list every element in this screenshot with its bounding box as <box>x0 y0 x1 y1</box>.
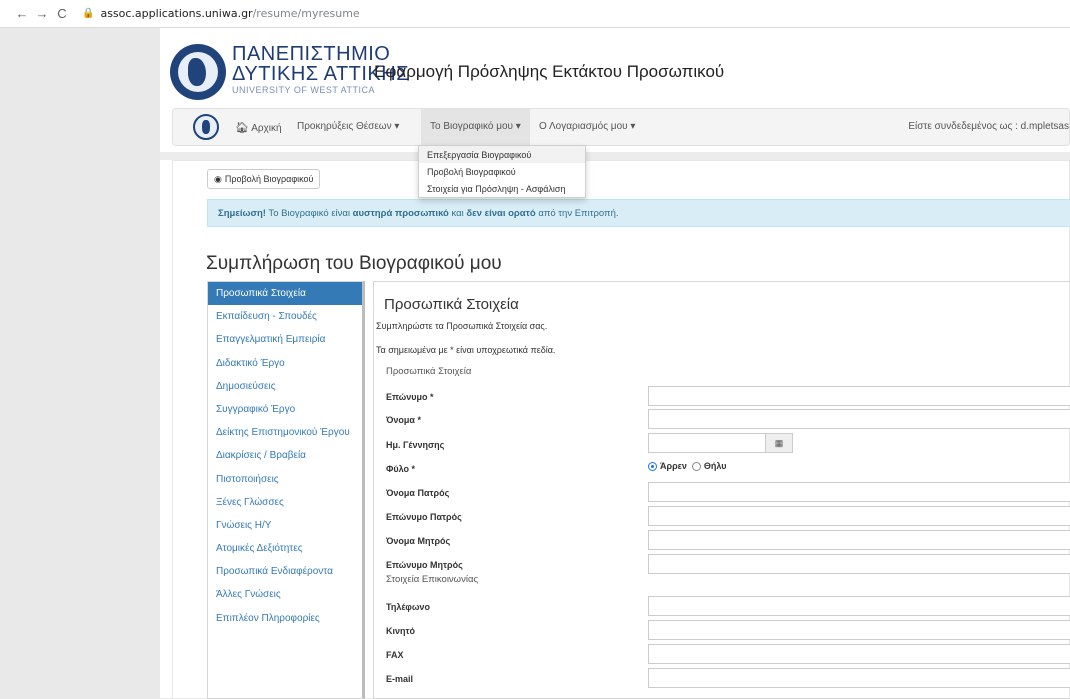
sidebar-item-other-knowledge[interactable]: Άλλες Γνώσεις <box>208 583 362 606</box>
sidebar-item-computer-skills[interactable]: Γνώσεις Η/Υ <box>208 514 362 537</box>
mother-name-field[interactable] <box>648 530 1070 550</box>
mother-name-label: Όνομα Μητρός <box>386 536 451 546</box>
sidebar-item-personal-skills[interactable]: Ατομικές Δεξιότητες <box>208 537 362 560</box>
menu-item-edit-resume[interactable]: Επεξεργασία Βιογραφικού <box>419 146 585 163</box>
view-resume-label: Προβολή Βιογραφικού <box>224 174 314 184</box>
sidebar-item-interests[interactable]: Προσωπικά Ενδιαφέροντα <box>208 560 362 583</box>
navbar-logo[interactable] <box>193 114 219 140</box>
sidebar-item-languages[interactable]: Ξένες Γλώσσες <box>208 491 362 514</box>
fax-field[interactable] <box>648 644 1070 664</box>
alert-text2: και <box>448 208 467 219</box>
url-path: /resume/myresume <box>252 7 360 20</box>
form-title: Προσωπικά Στοιχεία <box>384 296 519 313</box>
eye-icon: ◉ <box>214 173 222 184</box>
alert-bold1: αυστηρά προσωπικό <box>352 208 449 219</box>
dob-field[interactable] <box>648 433 766 453</box>
mobile-field[interactable] <box>648 620 1070 640</box>
resume-dropdown-menu: Επεξεργασία Βιογραφικού Προβολή Βιογραφι… <box>418 145 586 198</box>
home-icon: 🏠︎ <box>235 122 249 134</box>
uni-name-english: UNIVERSITY OF WEST ATTICA <box>232 85 376 95</box>
uni-name-line1: ΠΑΝΕΠΙΣΤΗΜΙΟ <box>232 43 391 65</box>
fax-label: FAX <box>386 650 404 660</box>
sidebar-item-education[interactable]: Εκπαίδευση - Σπουδές <box>208 305 362 328</box>
personal-details-form: Προσωπικά Στοιχεία Συμπληρώστε τα Προσωπ… <box>373 281 1070 699</box>
menu-item-hiring-insurance[interactable]: Στοιχεία για Πρόσληψη - Ασφάλιση <box>419 180 585 197</box>
university-logo[interactable] <box>170 44 226 100</box>
alert-bold2: δεν είναι ορατό <box>466 208 536 219</box>
sidebar-item-awards[interactable]: Διακρίσεις / Βραβεία <box>208 444 362 467</box>
mobile-label: Κινητό <box>386 626 416 636</box>
nav-account[interactable]: Ο Λογαριασμός μου ▾ <box>539 121 635 132</box>
sidebar-item-teaching[interactable]: Διδακτικό Έργο <box>208 352 362 375</box>
father-name-label: Όνομα Πατρός <box>386 488 450 498</box>
sidebar-item-publications[interactable]: Δημοσιεύσεις <box>208 375 362 398</box>
sidebar-item-experience[interactable]: Επαγγελματική Εμπειρία <box>208 328 362 351</box>
gender-radio-group: Άρρεν Θήλυ <box>648 461 732 471</box>
url-host: assoc.applications.uniwa.gr <box>100 7 253 20</box>
mother-surname-label: Επώνυμο Μητρός <box>386 560 463 570</box>
sidebar-item-personal[interactable]: Προσωπικά Στοιχεία <box>208 282 362 306</box>
nav-home-label: Αρχική <box>251 123 282 134</box>
main-navbar: 🏠︎ Αρχική Προκηρύξεις Θέσεων ▾ Το Βιογρα… <box>172 108 1070 146</box>
father-name-field[interactable] <box>648 482 1070 502</box>
alert-text1: Το Βιογραφικό είναι <box>265 208 353 219</box>
phone-label: Τηλέφωνο <box>386 602 430 612</box>
calendar-icon[interactable]: ▦ <box>765 433 793 453</box>
email-field[interactable] <box>648 668 1070 688</box>
name-field[interactable] <box>648 409 1070 429</box>
address-bar[interactable]: 🔒 assoc.applications.uniwa.gr /resume/my… <box>82 3 360 25</box>
logged-in-user: Είστε συνδεδεμένος ως : d.mpletsas <box>908 121 1069 132</box>
gender-label: Φύλο * <box>386 464 416 474</box>
gender-female-label: Θήλυ <box>703 461 727 471</box>
nav-resume[interactable]: Το Βιογραφικό μου ▾ <box>421 109 530 145</box>
page-title: Συμπλήρωση του Βιογραφικού μου <box>206 253 502 274</box>
phone-field[interactable] <box>648 596 1070 616</box>
sidebar-item-scientific-index[interactable]: Δείκτης Επιστημονικού Έργου <box>208 421 362 444</box>
nav-positions[interactable]: Προκηρύξεις Θέσεων ▾ <box>297 121 399 132</box>
site-header: ΠΑΝΕΠΙΣΤΗΜΙΟ ΔΥΤΙΚΗΣ ΑΤΤΙΚΗΣ UNIVERSITY … <box>160 28 1070 104</box>
menu-item-view-resume[interactable]: Προβολή Βιογραφικού <box>419 163 585 180</box>
info-alert: Σημείωση! Το Βιογραφικό είναι αυστηρά πρ… <box>207 199 1070 227</box>
gender-female-radio[interactable] <box>691 461 701 471</box>
required-note: Τα σημειωμένα με * είναι υποχρεωτικά πεδ… <box>376 345 556 355</box>
email-label: E-mail <box>386 674 414 684</box>
main-content: ◉ Προβολή Βιογραφικού Σημείωση! Το Βιογρ… <box>172 160 1070 699</box>
reload-icon[interactable]: C <box>54 6 70 22</box>
gender-male-label: Άρρεν <box>660 461 687 471</box>
father-surname-label: Επώνυμο Πατρός <box>386 512 462 522</box>
alert-text3: από την Επιτροπή. <box>535 208 619 219</box>
section-contact-heading: Στοιχεία Επικοινωνίας <box>386 574 479 585</box>
sidebar-item-certifications[interactable]: Πιστοποιήσεις <box>208 468 362 491</box>
forward-arrow-icon[interactable]: → <box>34 6 50 22</box>
section-personal-heading: Προσωπικά Στοιχεία <box>386 366 472 377</box>
sidebar-item-additional-info[interactable]: Επιπλέον Πληροφορίες <box>208 607 362 630</box>
browser-toolbar: ← → C 🔒 assoc.applications.uniwa.gr /res… <box>0 0 1070 28</box>
gender-male-radio[interactable] <box>648 461 657 471</box>
surname-label: Επώνυμο * <box>386 392 434 402</box>
lock-icon: 🔒 <box>82 8 95 19</box>
back-arrow-icon[interactable]: ← <box>14 6 30 22</box>
view-resume-button[interactable]: ◉ Προβολή Βιογραφικού <box>207 169 321 189</box>
app-title: Εφαρμογή Πρόσληψης Εκτάκτου Προσωπικού <box>374 62 725 81</box>
name-label: Όνομα * <box>386 415 421 425</box>
sidebar-item-writing[interactable]: Συγγραφικό Έργο <box>208 398 362 421</box>
alert-strong: Σημείωση! <box>218 208 266 219</box>
mother-surname-field[interactable] <box>648 554 1070 574</box>
dob-label: Ημ. Γέννησης <box>386 440 445 450</box>
nav-home[interactable]: 🏠︎ Αρχική <box>235 121 282 134</box>
surname-field[interactable] <box>648 386 1070 406</box>
father-surname-field[interactable] <box>648 506 1070 526</box>
resume-sections-sidebar: Προσωπικά Στοιχεία Εκπαίδευση - Σπουδές … <box>207 281 365 699</box>
form-subtitle: Συμπληρώστε τα Προσωπικά Στοιχεία σας. <box>376 321 548 331</box>
page: ΠΑΝΕΠΙΣΤΗΜΙΟ ΔΥΤΙΚΗΣ ΑΤΤΙΚΗΣ UNIVERSITY … <box>160 28 1070 699</box>
separator-band <box>160 152 1070 160</box>
